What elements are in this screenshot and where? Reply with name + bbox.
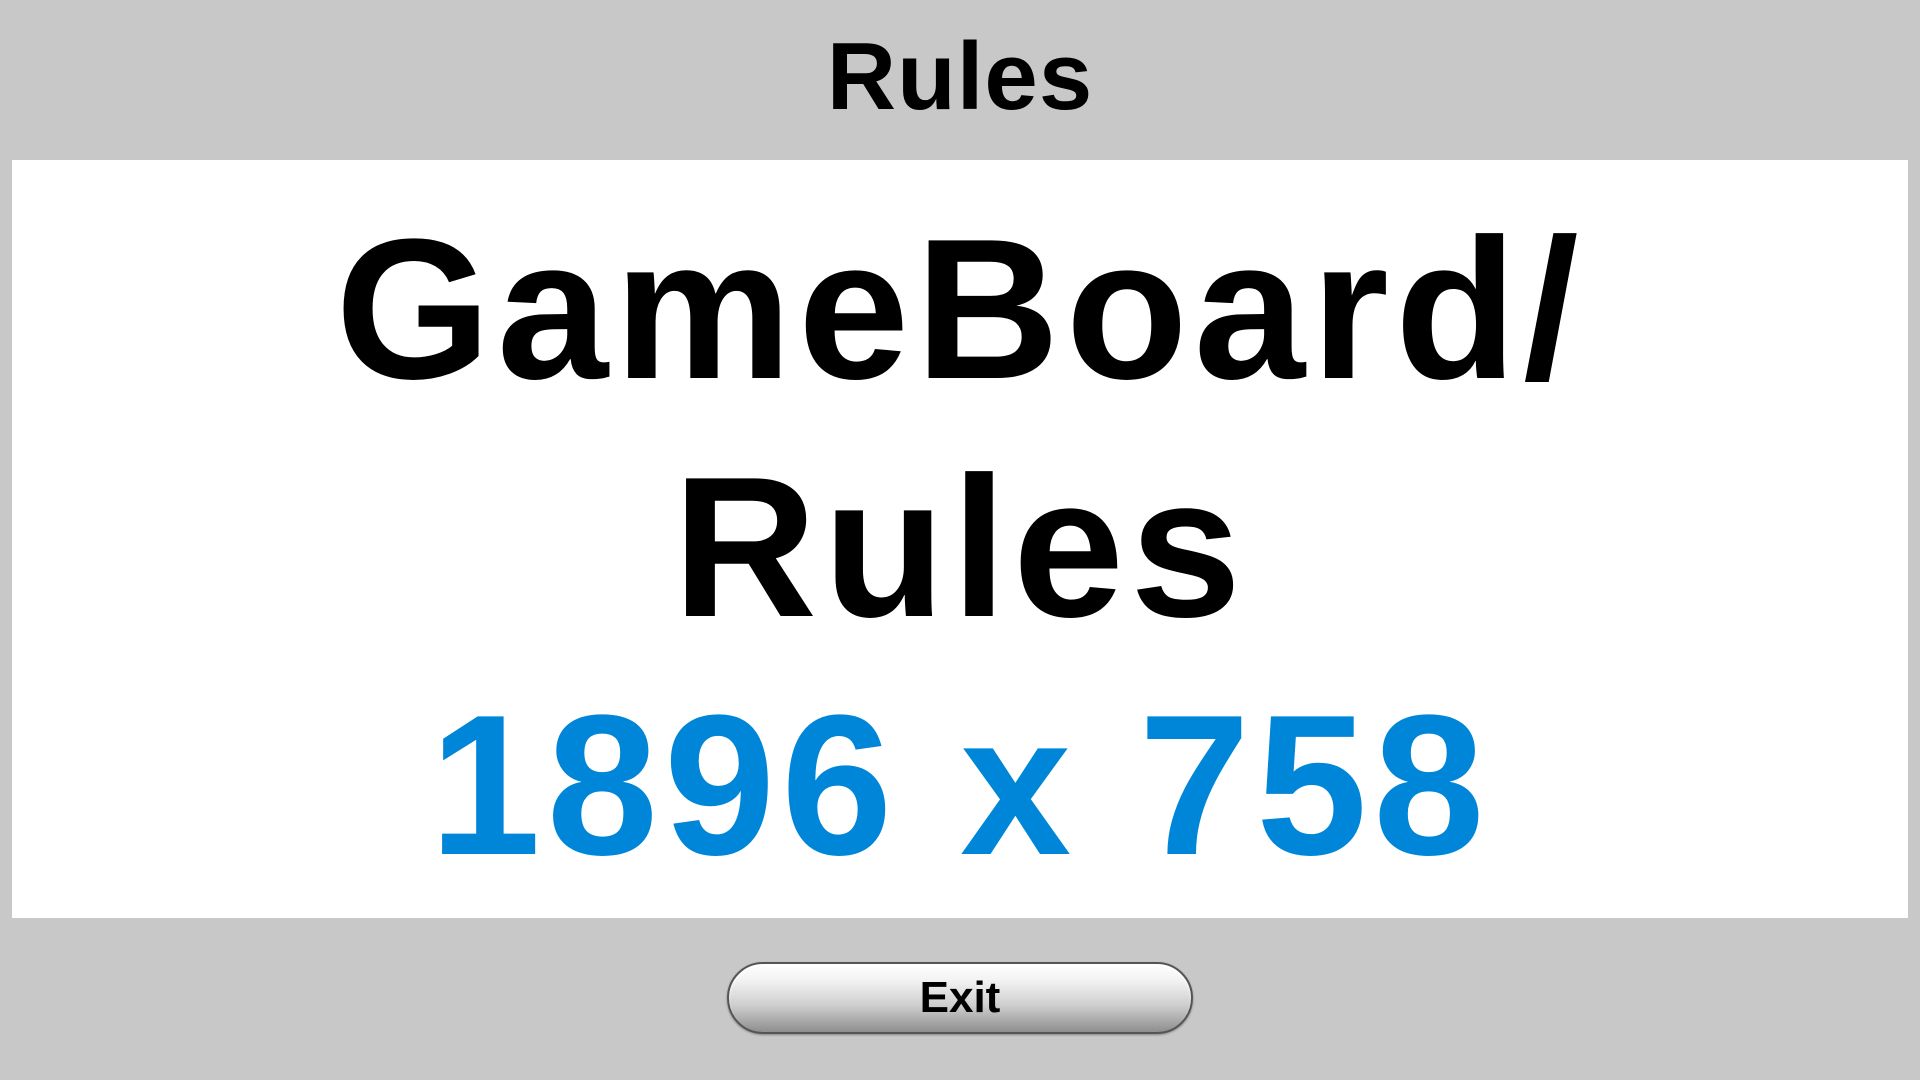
- board-heading-line-2: Rules: [672, 436, 1248, 659]
- page-title: Rules: [826, 23, 1094, 130]
- exit-button[interactable]: Exit: [727, 962, 1193, 1034]
- game-board: GameBoard/ Rules 1896 x 758: [12, 160, 1908, 918]
- board-dimensions-text: 1896 x 758: [429, 674, 1491, 897]
- page: Rules GameBoard/ Rules 1896 x 758 Exit: [0, 0, 1920, 1080]
- board-heading-line-1: GameBoard/: [335, 198, 1585, 421]
